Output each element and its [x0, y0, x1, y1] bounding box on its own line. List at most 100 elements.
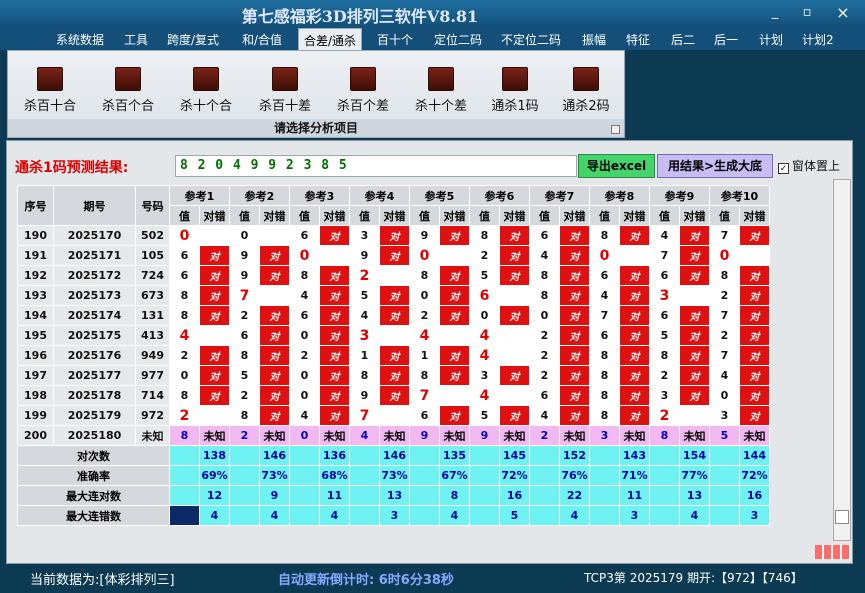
stats-value: 9: [259, 485, 290, 506]
table-row[interactable]: 194 2025174 131 8 对 2 对 6 对 4 对 2 对 0 对 0 对 7 对 6 对 7 对: [17, 305, 770, 326]
correct-cell: 对: [319, 345, 350, 366]
correct-cell: 对: [739, 325, 770, 346]
value-cell: 6: [229, 325, 260, 346]
empty-cell: [439, 245, 470, 266]
correct-cell: 对: [259, 325, 290, 346]
unknown-cell: 未知: [739, 425, 770, 446]
result-header: 对错: [499, 205, 530, 226]
menu-plan2[interactable]: 计划2: [802, 31, 834, 48]
value-cell: 4: [169, 325, 200, 346]
header-row: 序号 期号 号码 参考1 参考2 参考3 参考4 参考5 参考6 参考7 参考8 参考9 参考10: [17, 185, 770, 226]
vertical-scrollbar[interactable]: [833, 179, 851, 541]
menu-unfixed-two[interactable]: 不定位二码: [501, 31, 561, 48]
menu-back-two[interactable]: 后二: [671, 31, 695, 48]
value-cell: 6: [169, 265, 200, 286]
menu-diff-kill[interactable]: 合差/通杀: [298, 28, 363, 50]
button-label: 杀十个差: [414, 99, 467, 114]
correct-cell: 对: [559, 285, 590, 306]
kill-one-code-button[interactable]: 通杀1码: [485, 67, 545, 114]
stats-value: 154: [679, 445, 710, 466]
kill-hundreds-units-diff-button[interactable]: 杀百个差: [333, 67, 393, 114]
kill-tens-units-diff-button[interactable]: 杀十个差: [411, 67, 471, 114]
table-row[interactable]: 195 2025175 413 4 6 对 0 对 3 4 4 2 对 6 对 5 对 2 对: [17, 325, 770, 346]
kill-hundreds-tens-sum-button[interactable]: 杀百十合: [20, 67, 80, 114]
unknown-cell: 未知: [199, 425, 230, 446]
table-row[interactable]: 190 2025170 502 0 0 6 对 3 对 9 对 8 对 6 对 8 对 4 对 7 对: [17, 225, 770, 246]
kill-two-code-button[interactable]: 通杀2码: [556, 67, 616, 114]
correct-cell: 对: [679, 385, 710, 406]
ref-header: 参考10: [709, 185, 770, 206]
table-row[interactable]: 193 2025173 673 8 对 7 4 对 5 对 0 对 6 8 对 4 对 3 2 对: [17, 285, 770, 306]
number-cell: 972: [135, 405, 170, 426]
value-cell: 8: [589, 385, 620, 406]
export-excel-button[interactable]: 导出excel: [578, 154, 655, 178]
value-cell: 8: [409, 365, 440, 386]
stats-spacer: [469, 505, 500, 526]
value-cell: 9: [409, 225, 440, 246]
value-cell: 1: [409, 345, 440, 366]
table-row[interactable]: 198 2025178 714 8 对 2 对 0 对 9 对 7 4 6 对 8 对 3 对 0 对: [17, 385, 770, 406]
correct-cell: 对: [559, 345, 590, 366]
ref-header: 参考9: [649, 185, 710, 206]
correct-cell: 对: [739, 405, 770, 426]
row-index: 193: [17, 285, 54, 306]
correct-cell: 对: [259, 405, 290, 426]
stats-spacer: [409, 505, 440, 526]
kill-tens-units-sum-button[interactable]: 杀十个合: [176, 67, 236, 114]
correct-cell: 对: [559, 225, 590, 246]
correct-cell: 对: [379, 305, 410, 326]
correct-cell: 对: [439, 265, 470, 286]
menu-tools[interactable]: 工具: [124, 31, 148, 48]
stats-spacer: [469, 485, 500, 506]
ref-header: 参考3: [289, 185, 350, 206]
stats-value: 152: [559, 445, 590, 466]
menu-digits[interactable]: 百十个: [377, 31, 413, 48]
ref-header: 参考6: [469, 185, 530, 206]
correct-cell: 对: [559, 245, 590, 266]
table-row[interactable]: 196 2025176 949 2 对 8 对 2 对 1 对 1 对 4 2 对 8 对 8 对 7 对: [17, 345, 770, 366]
predicted-value: 2: [529, 425, 560, 446]
correct-cell: 对: [619, 405, 650, 426]
kill-hundreds-units-sum-button[interactable]: 杀百个合: [98, 67, 158, 114]
value-cell: 3: [469, 365, 500, 386]
kill-hundreds-tens-diff-button[interactable]: 杀百十差: [255, 67, 315, 114]
ribbon-panel: 杀百十合 杀百个合 杀十个合 杀百十差 杀百个差 杀十个差 通杀1码 通杀2码 …: [7, 50, 625, 138]
correct-cell: 对: [559, 385, 590, 406]
value-cell: 0: [709, 385, 740, 406]
row-index: 198: [17, 385, 54, 406]
stats-spacer: [349, 445, 380, 466]
correct-cell: 对: [259, 265, 290, 286]
prediction-row[interactable]: 200 2025180 未知 8 未知 2 未知 0 未知 4 未知 9 未知 9 未知 2 未知 3 未知 8 未知 5…: [17, 425, 770, 446]
expand-icon[interactable]: [611, 125, 620, 134]
value-cell: 8: [229, 345, 260, 366]
menu-span-compound[interactable]: 跨度/复式: [167, 31, 219, 48]
always-on-top-checkbox[interactable]: ✓ 窗体置上: [778, 157, 840, 174]
maximize-button[interactable]: ▫: [794, 4, 820, 22]
minimize-button[interactable]: _: [762, 4, 788, 22]
menu-plan[interactable]: 计划: [759, 31, 783, 48]
menu-fixed-two[interactable]: 定位二码: [434, 31, 482, 48]
menu-amplitude[interactable]: 振幅: [582, 31, 606, 48]
correct-cell: 对: [379, 385, 410, 406]
correct-cell: 对: [439, 285, 470, 306]
stats-spacer: [169, 465, 200, 486]
menu-sum[interactable]: 和/合值: [242, 31, 282, 48]
menu-system-data[interactable]: 系统数据: [56, 31, 104, 48]
table-row[interactable]: 192 2025172 724 6 对 9 对 8 对 2 8 对 5 对 8 对 6 对 6 对 8 对: [17, 265, 770, 286]
generate-base-button[interactable]: 用结果>生成大底: [657, 154, 773, 178]
empty-cell: [679, 405, 710, 426]
menu-feature[interactable]: 特征: [626, 31, 650, 48]
prediction-field[interactable]: 8 2 0 4 9 9 2 3 8 5: [175, 155, 577, 177]
table-row[interactable]: 191 2025171 105 6 对 9 对 0 9 对 0 2 对 4 对 0 7 对 0: [17, 245, 770, 266]
value-cell: 2: [649, 405, 680, 426]
empty-cell: [379, 265, 410, 286]
table-row[interactable]: 199 2025179 972 2 8 对 4 对 7 6 对 5 对 4 对 8 对 2 3 对: [17, 405, 770, 426]
menu-back-one[interactable]: 后一: [714, 31, 738, 48]
correct-cell: 对: [319, 285, 350, 306]
value-cell: 2: [649, 365, 680, 386]
correct-cell: 对: [499, 265, 530, 286]
table-row[interactable]: 197 2025177 977 0 对 5 对 0 对 8 对 8 对 3 对 2 对 8 对 2 对 4 对: [17, 365, 770, 386]
empty-cell: [679, 285, 710, 306]
scroll-thumb[interactable]: [835, 510, 849, 524]
close-button[interactable]: ×: [830, 4, 856, 22]
